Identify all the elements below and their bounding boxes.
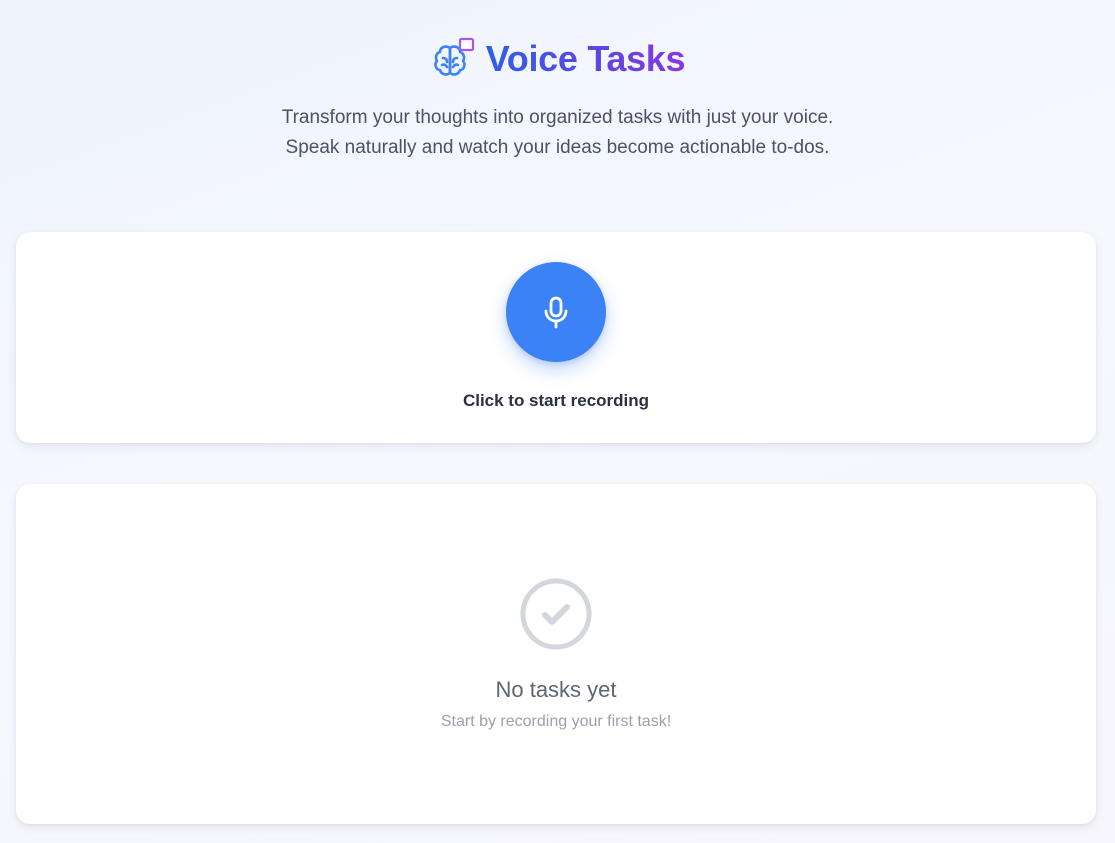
recording-status-label: Click to start recording — [462, 391, 650, 410]
app-title: Voice Tasks — [486, 36, 686, 82]
title-row: Voice Tasks — [0, 36, 1115, 82]
app-subtitle: Transform your thoughts into organized t… — [281, 107, 834, 158]
check-circle-icon — [520, 578, 592, 650]
recorder-card: Click to start recording — [16, 232, 1096, 443]
task-list-card: No tasks yet Start by recording your fir… — [16, 484, 1096, 824]
empty-state-title: No tasks yet — [495, 677, 617, 702]
brain-icon — [434, 37, 474, 76]
record-button[interactable] — [506, 262, 606, 362]
microphone-icon — [544, 296, 568, 329]
empty-state-subtitle: Start by recording your first task! — [440, 713, 672, 730]
